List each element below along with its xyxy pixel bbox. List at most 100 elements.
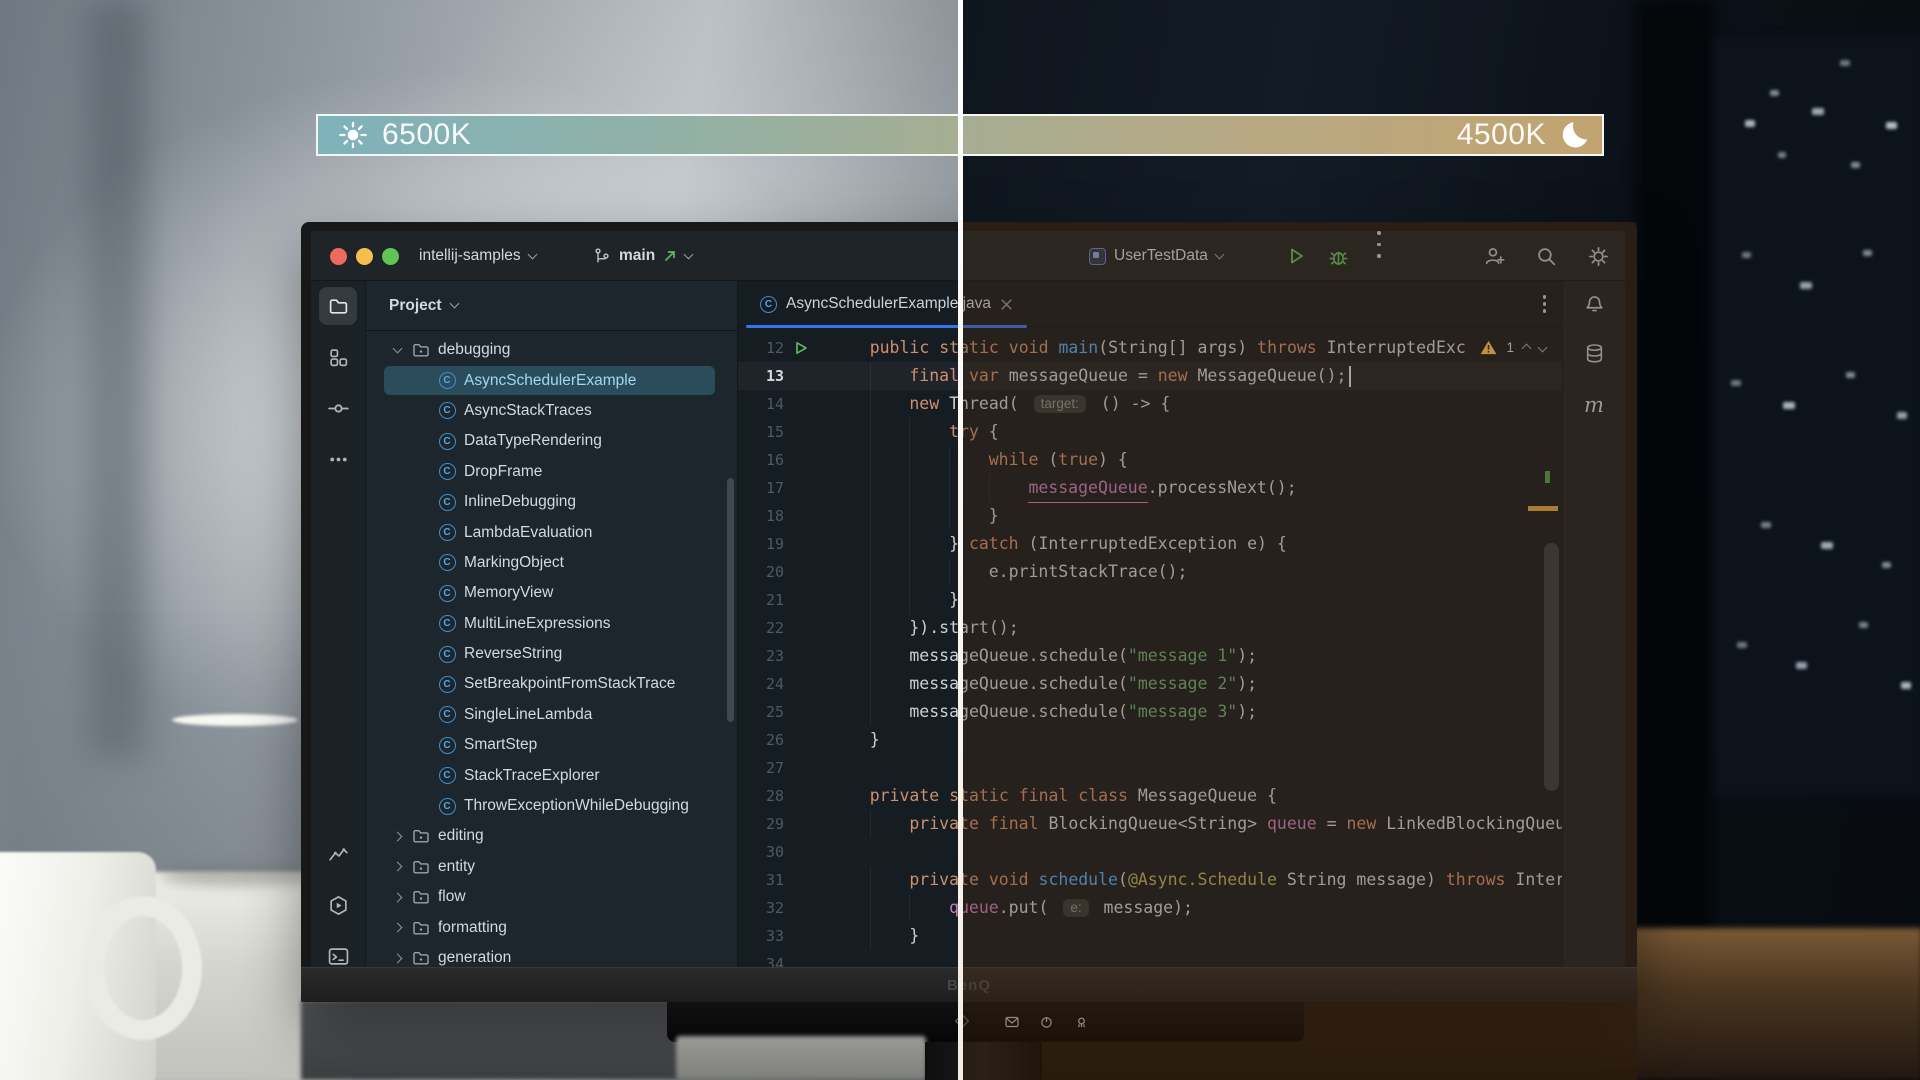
run-configuration-selector[interactable]: UserTestData <box>1089 231 1223 281</box>
tree-item[interactable]: flow <box>366 882 737 912</box>
tree-item[interactable]: ReverseString <box>366 639 737 669</box>
code-line[interactable]: 16 while (true) { <box>738 446 1562 474</box>
tree-item[interactable]: MarkingObject <box>366 548 737 578</box>
tree-item[interactable]: MultiLineExpressions <box>366 609 737 639</box>
gutter[interactable]: 12 <box>738 339 810 357</box>
project-panel-header[interactable]: Project <box>366 281 737 331</box>
tree-twisty-icon[interactable] <box>390 955 404 962</box>
tree-item[interactable]: generation <box>366 943 737 967</box>
code-line[interactable]: 18 } <box>738 502 1562 530</box>
gutter[interactable]: 14 <box>738 395 810 413</box>
terminal-tool-button[interactable] <box>319 937 357 967</box>
gutter[interactable]: 18 <box>738 507 810 525</box>
editor-tab[interactable]: AsyncSchedulerExample.java <box>746 281 1027 327</box>
tree-twisty-icon[interactable] <box>390 863 404 870</box>
gutter[interactable]: 20 <box>738 563 810 581</box>
run-line-icon[interactable] <box>793 340 809 356</box>
code-line[interactable]: 31 private void schedule(@Async.Schedule… <box>738 866 1562 894</box>
code-line[interactable]: 23 messageQueue.schedule("message 1"); <box>738 642 1562 670</box>
code-line[interactable]: 21 } <box>738 586 1562 614</box>
code-area[interactable]: 12 public static void main(String[] args… <box>738 327 1562 967</box>
tree-item[interactable]: entity <box>366 852 737 882</box>
gutter[interactable]: 27 <box>738 759 810 777</box>
gutter[interactable]: 30 <box>738 843 810 861</box>
more-tools-button[interactable] <box>319 440 357 478</box>
gutter[interactable]: 13 <box>738 367 810 385</box>
code-line[interactable]: 22 }).start(); <box>738 614 1562 642</box>
branch-selector[interactable]: main <box>593 231 692 281</box>
gutter[interactable]: 24 <box>738 675 810 693</box>
code-line[interactable]: 28 private static final class MessageQue… <box>738 782 1562 810</box>
code-line[interactable]: 24 messageQueue.schedule("message 2"); <box>738 670 1562 698</box>
gutter[interactable]: 16 <box>738 451 810 469</box>
project-tool-button[interactable] <box>319 287 357 325</box>
tree-item[interactable]: SingleLineLambda <box>366 700 737 730</box>
warning-count[interactable]: 1 <box>1506 340 1514 355</box>
project-scrollbar[interactable] <box>727 478 734 722</box>
notifications-bell-icon[interactable] <box>1575 283 1613 321</box>
tree-item[interactable]: SetBreakpointFromStackTrace <box>366 669 737 699</box>
tree-item[interactable]: MemoryView <box>366 578 737 608</box>
gutter[interactable]: 32 <box>738 899 810 917</box>
gutter[interactable]: 31 <box>738 871 810 889</box>
gutter[interactable]: 15 <box>738 423 810 441</box>
code-line[interactable]: 14 new Thread( target: () -> { <box>738 390 1562 418</box>
code-line[interactable]: 12 public static void main(String[] args… <box>738 334 1562 362</box>
tree-twisty-icon[interactable] <box>390 833 404 840</box>
tree-item[interactable]: ThrowExceptionWhileDebugging <box>366 791 737 821</box>
tree-item[interactable]: DropFrame <box>366 457 737 487</box>
project-selector[interactable]: intellij-samples <box>419 231 536 281</box>
code-line[interactable]: 27 <box>738 754 1562 782</box>
gutter[interactable]: 19 <box>738 535 810 553</box>
code-line[interactable]: 33 } <box>738 922 1562 950</box>
code-line[interactable]: 15 try { <box>738 418 1562 446</box>
tree-item[interactable]: StackTraceExplorer <box>366 760 737 790</box>
code-line[interactable]: 20 e.printStackTrace(); <box>738 558 1562 586</box>
gutter[interactable]: 26 <box>738 731 810 749</box>
tree-item[interactable]: debugging <box>366 335 737 365</box>
code-line[interactable]: 29 private final BlockingQueue<String> q… <box>738 810 1562 838</box>
tree-item[interactable]: formatting <box>366 912 737 942</box>
gutter[interactable]: 29 <box>738 815 810 833</box>
tree-twisty-icon[interactable] <box>390 348 404 352</box>
tree-twisty-icon[interactable] <box>390 894 404 901</box>
run-button[interactable] <box>1285 231 1307 281</box>
close-icon[interactable] <box>1000 298 1013 311</box>
profiler-tool-button[interactable] <box>319 835 357 873</box>
code-line[interactable]: 13 final var messageQueue = new MessageQ… <box>738 362 1562 390</box>
add-user-button[interactable] <box>1483 231 1506 281</box>
previous-problem-button[interactable] <box>1522 344 1532 354</box>
tree-item[interactable]: InlineDebugging <box>366 487 737 517</box>
code-line[interactable]: 34 <box>738 950 1562 967</box>
tree-twisty-icon[interactable] <box>390 924 404 931</box>
gutter[interactable]: 23 <box>738 647 810 665</box>
code-line[interactable]: 32 queue.put( e: message); <box>738 894 1562 922</box>
window-close-button[interactable] <box>330 248 347 265</box>
maven-icon[interactable]: m <box>1575 386 1613 424</box>
code-line[interactable]: 26 } <box>738 726 1562 754</box>
tree-item[interactable]: editing <box>366 821 737 851</box>
window-zoom-button[interactable] <box>382 248 399 265</box>
tree-item[interactable]: AsyncSchedulerExample <box>366 365 737 395</box>
tab-options-button[interactable] <box>1543 295 1547 313</box>
code-line[interactable]: 19 } catch (InterruptedException e) { <box>738 530 1562 558</box>
gutter[interactable]: 28 <box>738 787 810 805</box>
tree-item[interactable]: DataTypeRendering <box>366 426 737 456</box>
gutter[interactable]: 22 <box>738 619 810 637</box>
tree-item[interactable]: AsyncStackTraces <box>366 396 737 426</box>
commit-tool-button[interactable] <box>319 389 357 427</box>
search-button[interactable] <box>1535 231 1558 281</box>
tree-item[interactable]: SmartStep <box>366 730 737 760</box>
debug-button[interactable] <box>1327 231 1350 281</box>
gutter[interactable]: 17 <box>738 479 810 497</box>
window-minimize-button[interactable] <box>356 248 373 265</box>
code-line[interactable]: 17 messageQueue.processNext(); <box>738 474 1562 502</box>
gutter[interactable]: 34 <box>738 955 810 967</box>
gutter[interactable]: 25 <box>738 703 810 721</box>
database-icon[interactable] <box>1575 334 1613 372</box>
services-tool-button[interactable] <box>319 886 357 924</box>
gutter[interactable]: 33 <box>738 927 810 945</box>
code-line[interactable]: 25 messageQueue.schedule("message 3"); <box>738 698 1562 726</box>
code-line[interactable]: 30 <box>738 838 1562 866</box>
tree-item[interactable]: LambdaEvaluation <box>366 517 737 547</box>
